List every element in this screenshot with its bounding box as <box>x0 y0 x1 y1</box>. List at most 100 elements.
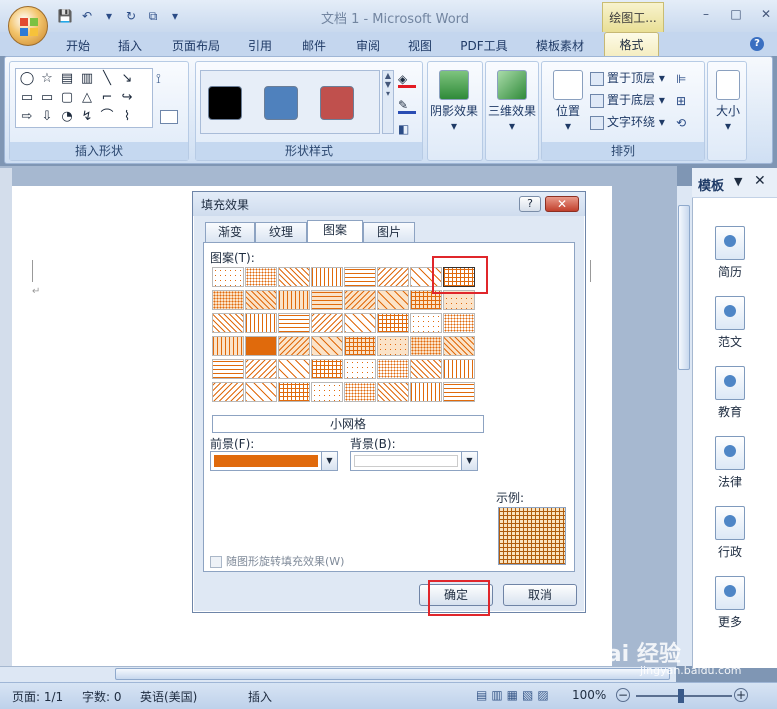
tab-pdf-tools[interactable]: PDF工具 <box>454 36 514 56</box>
shape-gallery[interactable]: ◯ ☆ ▤ ▥ ╲ ↘ ▭ ▭ ▢ △ ⌐ ↪ ⇨ ⇩ ◔ ↯ ⌒ ⌇ <box>15 68 153 128</box>
template-admin[interactable]: 行政 <box>700 506 760 560</box>
zoom-slider[interactable] <box>636 695 732 697</box>
pattern-swatch[interactable] <box>443 382 475 402</box>
pattern-swatch[interactable] <box>410 336 442 356</box>
template-law[interactable]: 法律 <box>700 436 760 490</box>
save-icon[interactable]: 💾 <box>56 7 74 25</box>
pattern-swatch[interactable] <box>245 359 277 379</box>
tab-mailings[interactable]: 邮件 <box>296 36 332 56</box>
foreground-color-select[interactable]: ▼ <box>210 451 338 471</box>
close-window-button[interactable]: ✕ <box>756 6 776 22</box>
template-more[interactable]: 更多 <box>700 576 760 630</box>
template-education[interactable]: 教育 <box>700 366 760 420</box>
pattern-swatch[interactable] <box>311 267 343 287</box>
pattern-swatch[interactable] <box>311 382 343 402</box>
pattern-swatch[interactable] <box>212 382 244 402</box>
zoom-slider-thumb[interactable] <box>678 689 684 703</box>
pattern-swatch[interactable] <box>344 313 376 333</box>
shape-outline-icon[interactable]: ✎ <box>398 98 416 114</box>
undo-icon[interactable]: ↶ <box>78 7 96 25</box>
pattern-swatch[interactable] <box>212 359 244 379</box>
pattern-swatch[interactable] <box>377 313 409 333</box>
edit-shape-icon[interactable]: ⟟ <box>156 72 180 92</box>
shape-fill-icon[interactable]: ◈ <box>398 72 416 88</box>
style-gallery-scroll[interactable]: ▲ ▼ ▾ <box>382 70 394 134</box>
size-button[interactable]: 大小 ▾ <box>704 68 752 138</box>
status-words[interactable]: 字数: 0 <box>82 688 122 705</box>
pattern-swatch[interactable] <box>344 267 376 287</box>
dialog-help-button[interactable]: ? <box>519 196 541 212</box>
pattern-swatch[interactable] <box>410 359 442 379</box>
lightning-shape-icon[interactable]: ↯ <box>78 108 96 126</box>
template-resume[interactable]: 简历 <box>700 226 760 280</box>
pattern-swatch[interactable] <box>344 290 376 310</box>
pattern-swatch[interactable] <box>443 336 475 356</box>
help-icon[interactable]: ? <box>750 37 764 51</box>
pattern-swatch[interactable] <box>278 359 310 379</box>
undo-dropdown-icon[interactable]: ▾ <box>100 7 118 25</box>
zoom-level[interactable]: 100% <box>572 688 606 702</box>
tab-template-materials[interactable]: 模板素材 <box>530 36 590 56</box>
pattern-swatch[interactable] <box>212 267 244 287</box>
change-shape-icon[interactable]: ◧ <box>398 122 416 138</box>
tab-view[interactable]: 视图 <box>402 36 438 56</box>
pattern-swatch[interactable] <box>245 382 277 402</box>
tab-picture[interactable]: 图片 <box>363 222 415 242</box>
pattern-swatch[interactable] <box>245 336 277 356</box>
tab-format[interactable]: 格式 <box>604 32 659 58</box>
redo-icon[interactable]: ↻ <box>122 7 140 25</box>
arc-shape-icon[interactable]: ⌒ <box>98 108 116 126</box>
tab-insert[interactable]: 插入 <box>112 36 148 56</box>
curved-connector-icon[interactable]: ↪ <box>118 89 136 107</box>
vertical-scroll-thumb[interactable] <box>678 205 690 370</box>
pattern-swatch[interactable] <box>212 290 244 310</box>
pattern-swatch[interactable] <box>410 382 442 402</box>
style-swatch-black[interactable] <box>208 86 242 120</box>
tab-references[interactable]: 引用 <box>242 36 278 56</box>
rotate-fill-checkbox-box[interactable] <box>210 556 222 568</box>
star-shape-icon[interactable]: ☆ <box>38 70 56 88</box>
tab-texture[interactable]: 纹理 <box>255 222 307 242</box>
pattern-swatch[interactable] <box>278 267 310 287</box>
background-dropdown-icon[interactable]: ▼ <box>461 452 477 470</box>
minimize-button[interactable]: – <box>696 6 716 22</box>
pie-shape-icon[interactable]: ◔ <box>58 108 76 126</box>
pattern-swatch[interactable] <box>311 336 343 356</box>
freeform-shape-icon[interactable]: ⌇ <box>118 108 136 126</box>
pattern-swatch[interactable] <box>311 313 343 333</box>
arrow-line-icon[interactable]: ↘ <box>118 70 136 88</box>
pattern-swatch[interactable] <box>278 336 310 356</box>
send-to-back-button[interactable]: 置于底层 ▾ <box>590 90 665 110</box>
pattern-swatch[interactable] <box>344 382 376 402</box>
position-button[interactable]: 位置 ▾ <box>544 68 592 138</box>
3d-effects-button[interactable]: 三维效果 ▾ <box>488 68 536 138</box>
pattern-swatch[interactable] <box>278 382 310 402</box>
bring-to-front-button[interactable]: 置于顶层 ▾ <box>590 68 665 88</box>
vertical-textbox-icon[interactable]: ▥ <box>78 70 96 88</box>
customize-dropdown-icon[interactable]: ▾ <box>166 7 184 25</box>
down-arrow-icon[interactable]: ⇩ <box>38 108 56 126</box>
tab-gradient[interactable]: 渐变 <box>205 222 255 242</box>
rectangle-shape-icon[interactable]: ▭ <box>18 89 36 107</box>
triangle-shape-icon[interactable]: △ <box>78 89 96 107</box>
maximize-button[interactable]: □ <box>726 6 746 22</box>
background-color-select[interactable]: ▼ <box>350 451 478 471</box>
zoom-out-icon[interactable]: − <box>616 688 630 702</box>
oval-shape-icon[interactable]: ◯ <box>18 70 36 88</box>
tab-page-layout[interactable]: 页面布局 <box>166 36 226 56</box>
pattern-swatch[interactable] <box>245 313 277 333</box>
draw-textbox-icon[interactable] <box>160 110 178 124</box>
pattern-swatch[interactable] <box>344 336 376 356</box>
pattern-swatch[interactable] <box>212 336 244 356</box>
template-sample[interactable]: 范文 <box>700 296 760 350</box>
pattern-swatch[interactable] <box>278 290 310 310</box>
pattern-swatch[interactable] <box>245 267 277 287</box>
zoom-in-icon[interactable]: + <box>734 688 748 702</box>
pattern-swatch[interactable] <box>377 336 409 356</box>
dialog-close-button[interactable]: ✕ <box>545 196 579 212</box>
align-icons[interactable]: ⊫ ⊞ ⟲ <box>676 68 686 134</box>
view-buttons[interactable]: ▤▥▦▧▨ <box>476 688 553 702</box>
task-pane-menu-icon[interactable]: ▼ <box>734 175 742 188</box>
tab-home[interactable]: 开始 <box>60 36 96 56</box>
text-wrap-button[interactable]: 文字环绕 ▾ <box>590 112 665 132</box>
